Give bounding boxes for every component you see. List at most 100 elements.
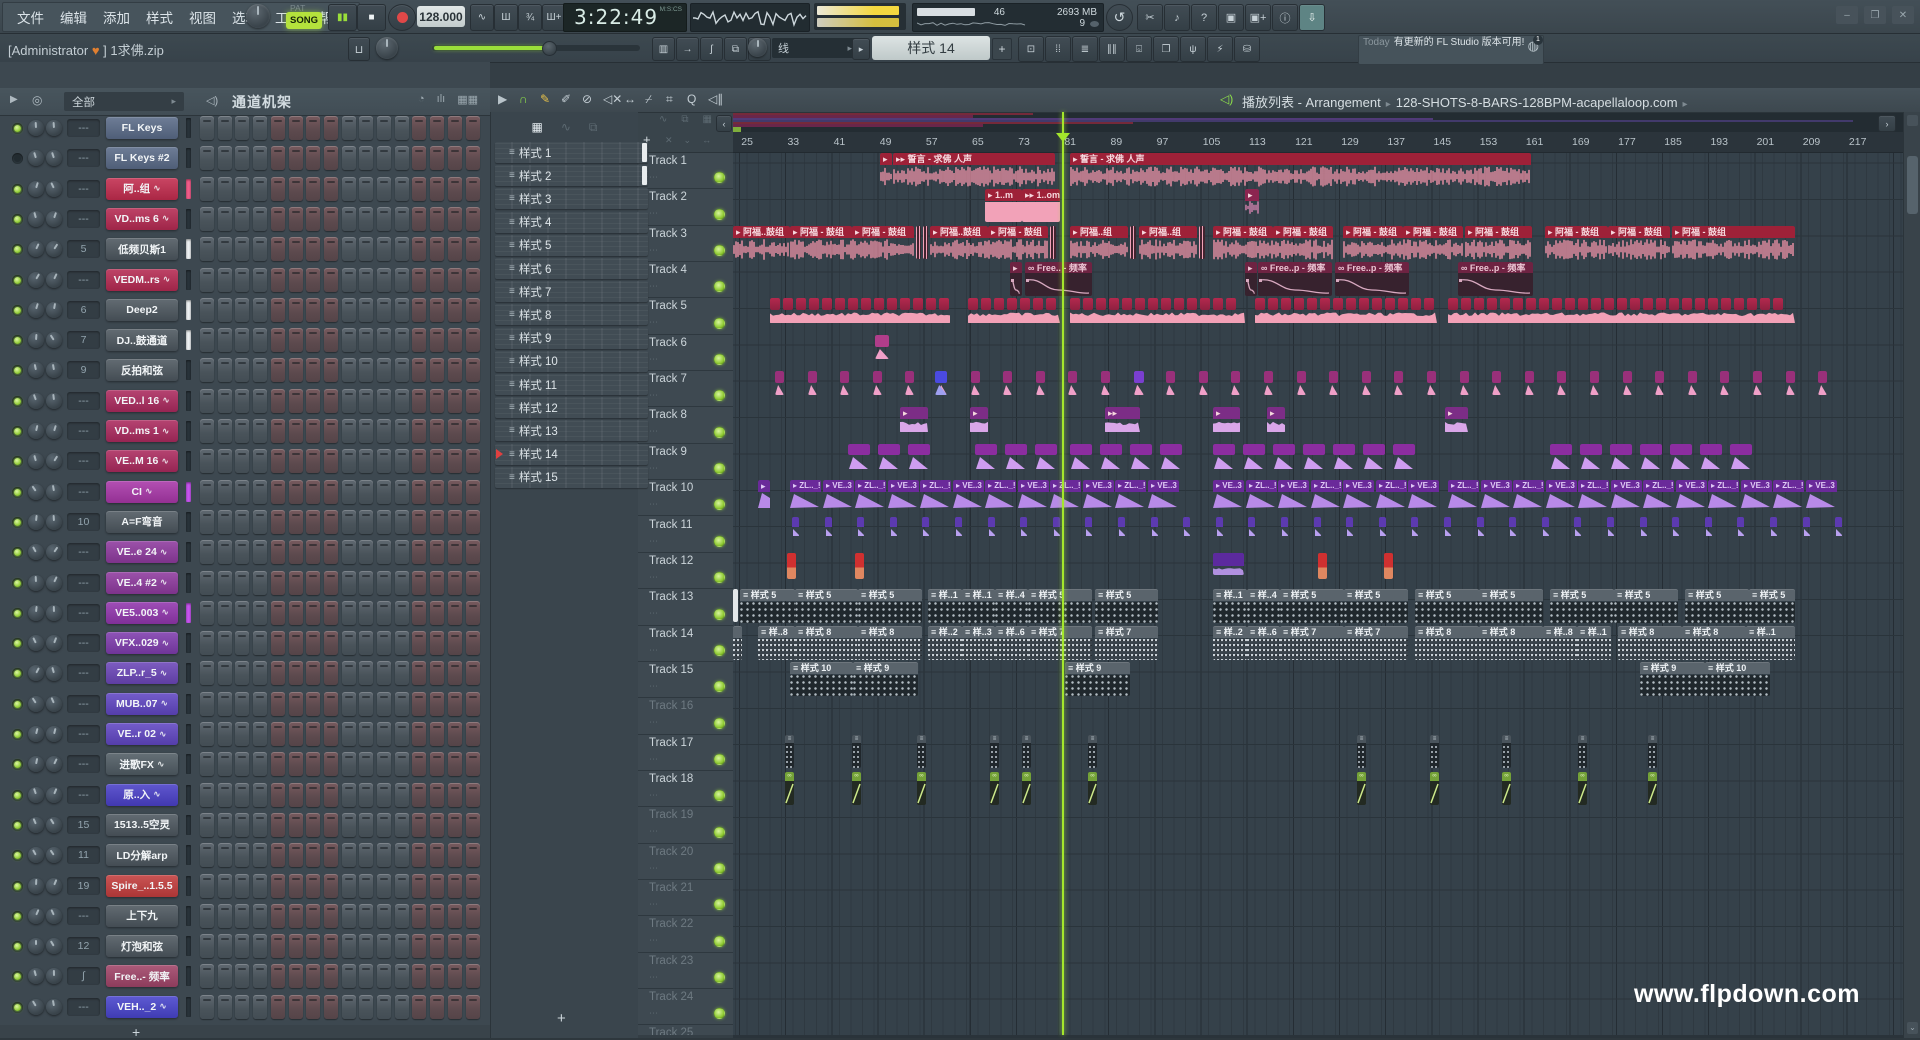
step-cell[interactable] (430, 813, 444, 837)
channel-target-display[interactable]: --- (67, 271, 100, 289)
track-options[interactable]: ⋯ (649, 572, 659, 583)
step-cell[interactable] (448, 207, 462, 231)
step-cell[interactable] (253, 601, 267, 625)
channel-volume-knob[interactable] (46, 484, 62, 500)
mini-audio-clip[interactable] (1695, 298, 1705, 310)
clip[interactable] (1672, 517, 1679, 537)
channel-button[interactable]: VED..l 16∿ (106, 390, 178, 412)
step-cell[interactable] (466, 328, 480, 352)
step-cell[interactable] (253, 298, 267, 322)
mini-clip[interactable] (1730, 444, 1752, 455)
step-cell[interactable] (289, 510, 303, 534)
track-led[interactable] (714, 863, 725, 874)
clip[interactable]: ≡ 样..1 (928, 589, 962, 623)
step-cell[interactable] (430, 207, 444, 231)
channel-target-display[interactable]: --- (67, 907, 100, 925)
automation-tab[interactable]: ⧉ (589, 120, 598, 135)
tempo-display[interactable]: 128.000 (417, 6, 465, 27)
corner-tool-icon[interactable]: ⌄ (684, 135, 692, 146)
mini-audio-clip[interactable] (926, 298, 936, 310)
mini-clip[interactable] (1477, 517, 1484, 527)
step-cell[interactable] (271, 268, 285, 292)
step-cell[interactable] (342, 692, 356, 716)
step-cell[interactable] (466, 298, 480, 322)
track-led[interactable] (714, 427, 725, 438)
channel-pan-knob[interactable] (28, 696, 44, 712)
step-cell[interactable] (412, 268, 426, 292)
mini-clip[interactable] (1672, 517, 1679, 527)
step-cell[interactable] (235, 874, 249, 898)
clip[interactable]: ≡ 样式 5 (858, 589, 922, 623)
step-cell[interactable] (253, 328, 267, 352)
mini-audio-clip[interactable] (1604, 298, 1614, 310)
step-cell[interactable] (412, 722, 426, 746)
channel-volume-knob[interactable] (46, 605, 62, 621)
clip[interactable]: ▸ 阿福..组 (1139, 226, 1197, 260)
step-cell[interactable] (289, 449, 303, 473)
channel-led[interactable] (12, 911, 23, 922)
step-cell[interactable] (271, 389, 285, 413)
step-cell[interactable] (359, 904, 373, 928)
clip[interactable] (792, 517, 799, 537)
clip[interactable]: ≡ 样式 10 (790, 662, 853, 696)
clip[interactable]: ≡ (1502, 735, 1511, 768)
step-cell[interactable] (324, 268, 338, 292)
channel-volume-knob[interactable] (46, 787, 62, 803)
clip[interactable]: ▸ ZL.._! (1513, 480, 1544, 510)
clip[interactable] (1670, 444, 1692, 470)
step-cell[interactable] (448, 480, 462, 504)
mini-audio-clip[interactable] (1359, 298, 1369, 310)
channel-button[interactable]: 1513..5空灵 (106, 814, 178, 836)
clip[interactable] (955, 517, 962, 537)
clip[interactable] (1050, 226, 1056, 259)
step-cell[interactable] (306, 237, 320, 261)
step-cell[interactable] (235, 449, 249, 473)
channel-button[interactable]: VFX..029∿ (106, 632, 178, 654)
mini-clip[interactable] (1803, 517, 1810, 527)
mini-clip[interactable] (878, 444, 900, 455)
channel-volume-knob[interactable] (46, 575, 62, 591)
step-cell[interactable] (218, 722, 232, 746)
slice-tool-icon[interactable]: ⌿ (645, 92, 652, 107)
mini-audio-clip[interactable] (1708, 298, 1718, 310)
step-cell[interactable] (377, 934, 391, 958)
clip[interactable]: ≡ 样式 9 (1640, 662, 1705, 696)
stop-button[interactable]: ■ (357, 4, 386, 31)
mini-clip[interactable] (857, 517, 864, 527)
step-cell[interactable] (377, 783, 391, 807)
mini-clip[interactable] (1297, 371, 1306, 383)
clip[interactable] (1379, 517, 1386, 537)
step-cell[interactable] (253, 116, 267, 140)
channel-led[interactable] (12, 820, 23, 831)
step-cell[interactable] (306, 116, 320, 140)
track-led[interactable] (714, 354, 725, 365)
channel-volume-knob[interactable] (46, 696, 62, 712)
clip[interactable] (916, 226, 921, 259)
clip[interactable] (1100, 444, 1122, 470)
mini-audio-clip[interactable] (1513, 298, 1523, 310)
step-cell[interactable] (306, 358, 320, 382)
mini-clip[interactable] (1273, 444, 1295, 455)
clip[interactable] (1362, 371, 1371, 395)
clip[interactable] (1213, 553, 1244, 575)
mini-audio-clip[interactable] (887, 298, 897, 310)
track-options[interactable]: ⋯ (649, 717, 659, 728)
clip[interactable] (1492, 371, 1501, 395)
step-cell[interactable] (324, 328, 338, 352)
step-cell[interactable] (448, 449, 462, 473)
step-cell[interactable] (324, 752, 338, 776)
step-cell[interactable] (448, 752, 462, 776)
mini-audio-clip[interactable] (1747, 298, 1757, 310)
step-cell[interactable] (412, 358, 426, 382)
slip-tool-icon[interactable]: ↔ (624, 92, 636, 106)
mute-tool-icon[interactable]: ◁✕ (603, 92, 622, 106)
clip[interactable] (1297, 371, 1306, 395)
step-cell[interactable] (235, 601, 249, 625)
clip[interactable] (975, 444, 997, 470)
step-cell[interactable] (200, 268, 214, 292)
clip[interactable]: ≡ (785, 735, 794, 768)
mini-clip[interactable] (935, 371, 947, 383)
clip[interactable] (1460, 371, 1469, 395)
step-cell[interactable] (289, 631, 303, 655)
clip[interactable] (1070, 444, 1092, 470)
